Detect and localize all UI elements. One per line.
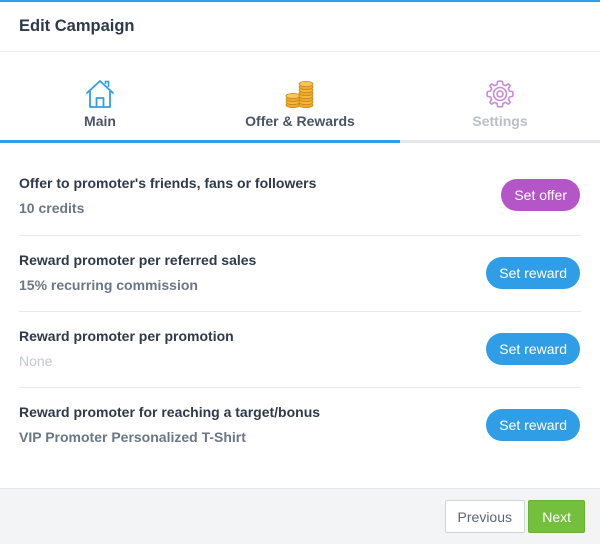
set-reward-promotion-button[interactable]: Set reward <box>486 333 580 365</box>
tab-bar: Main Offer & Rewards Settings <box>0 52 600 143</box>
active-tab-indicator <box>0 140 400 143</box>
gear-icon <box>486 80 514 108</box>
list-item: Reward promoter for reaching a target/bo… <box>19 388 581 464</box>
house-icon <box>86 80 114 108</box>
target-bonus-title: Reward promoter for reaching a target/bo… <box>19 404 321 420</box>
previous-button[interactable]: Previous <box>444 500 525 533</box>
per-promotion-value: None <box>19 353 53 369</box>
rewards-list: Offer to promoter's friends, fans or fol… <box>0 143 600 464</box>
coins-icon <box>285 81 314 108</box>
list-item: Offer to promoter's friends, fans or fol… <box>19 171 581 236</box>
next-button[interactable]: Next <box>528 500 585 533</box>
tab-offer-rewards-label: Offer & Rewards <box>245 113 355 129</box>
set-offer-button[interactable]: Set offer <box>501 179 580 211</box>
tab-offer-rewards[interactable]: Offer & Rewards <box>200 52 400 140</box>
list-item: Reward promoter per referred sales 15% r… <box>19 236 581 312</box>
set-reward-bonus-button[interactable]: Set reward <box>486 409 580 441</box>
per-promotion-title: Reward promoter per promotion <box>19 328 234 344</box>
set-reward-sales-button[interactable]: Set reward <box>486 257 580 289</box>
tab-settings-label: Settings <box>472 113 528 129</box>
referred-sales-value: 15% recurring commission <box>19 277 198 293</box>
tab-main[interactable]: Main <box>0 52 200 140</box>
target-bonus-value: VIP Promoter Personalized T-Shirt <box>19 429 246 445</box>
dialog-footer: Previous Next <box>0 488 600 544</box>
edit-campaign-dialog: Edit Campaign Main Offer & Rewards Setti… <box>0 0 600 544</box>
referred-sales-title: Reward promoter per referred sales <box>19 252 257 268</box>
friends-offer-value: 10 credits <box>19 200 85 216</box>
tab-settings[interactable]: Settings <box>400 52 600 140</box>
dialog-title: Edit Campaign <box>0 2 600 52</box>
friends-offer-title: Offer to promoter's friends, fans or fol… <box>19 175 317 191</box>
tab-main-label: Main <box>84 113 116 129</box>
list-item: Reward promoter per promotion None Set r… <box>19 312 581 388</box>
